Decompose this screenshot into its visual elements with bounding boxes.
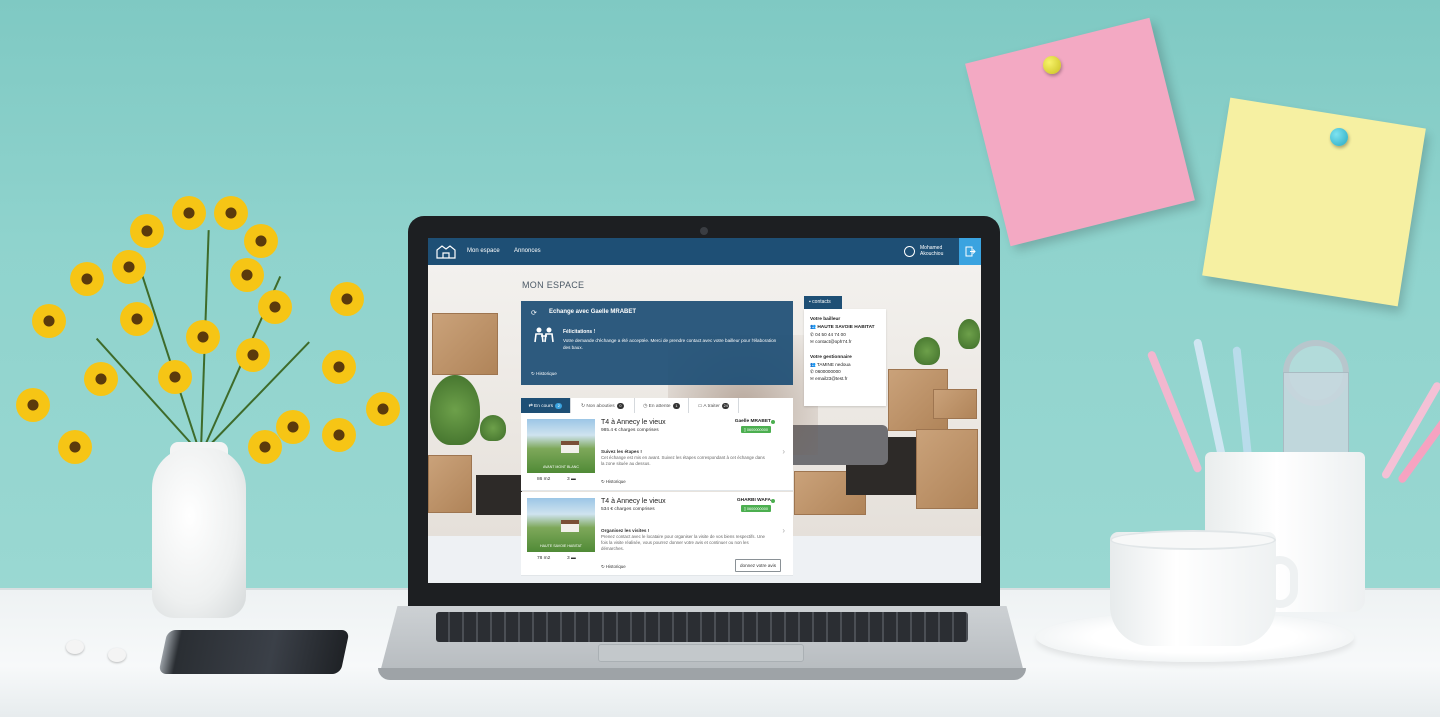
user-icon[interactable]	[904, 246, 915, 257]
logout-button[interactable]	[959, 238, 981, 265]
tab-en-attente[interactable]: ◷ En attente 1	[635, 398, 689, 413]
bed-icon: ▬	[571, 556, 576, 561]
listing-card[interactable]: HAUTE SAVOIE HABITAT 78 m2 3 ▬ T4 à Anne…	[521, 492, 793, 576]
tab-non-abouties[interactable]: ↻ Non abouties 0	[571, 398, 635, 413]
listing-step-title: Suivez les étapes !	[601, 449, 642, 454]
listing-owner: Gaelle MRABET	[734, 419, 771, 424]
nav-annonces[interactable]: Annonces	[514, 248, 541, 254]
webcam	[700, 227, 708, 235]
listing-stats: 86 m2 3 ▬	[537, 477, 576, 482]
tab-en-cours[interactable]: ⇄ En cours 2	[521, 398, 571, 413]
exchange-tabs: ⇄ En cours 2 ↻ Non abouties 0 ◷ En atten…	[521, 398, 793, 413]
handshake-people-icon	[534, 327, 554, 343]
gestionnaire-phone[interactable]: 0600000000	[815, 369, 841, 374]
chevron-right-icon[interactable]: ›	[782, 447, 785, 456]
chevron-right-icon[interactable]: ›	[782, 526, 785, 535]
gestionnaire-name: TAMINE nedoua	[816, 362, 851, 367]
listing-step-desc: Prenez contact avec le locataire pour or…	[601, 534, 766, 551]
house-logo-icon[interactable]	[436, 244, 456, 259]
listing-title[interactable]: T4 à Annecy le vieux	[601, 419, 666, 426]
listing-photo: AVANT MONT BLANC	[527, 419, 595, 473]
bailleur-name: HAUTE SAVOIE HABITAT	[817, 325, 875, 330]
exchange-congrats: Félicitations !	[563, 329, 596, 335]
contacts-tab[interactable]: ▪ contacts	[804, 296, 842, 309]
earbud-left	[66, 640, 84, 654]
earbud-right	[108, 648, 126, 662]
laptop-base-front	[378, 668, 1026, 680]
listing-card[interactable]: AVANT MONT BLANC 86 m2 3 ▬ T4 à Annecy l…	[521, 413, 793, 491]
listing-history-link[interactable]: ↻ Historique	[601, 564, 626, 570]
exchange-history-link[interactable]: ↻ Historique	[531, 371, 557, 377]
listing-step-title: Organisez les visites !	[601, 528, 650, 533]
listing-price: 985.4 € charges comprises	[601, 428, 659, 433]
exchange-message: Votre demande d'échange a été acceptée. …	[563, 338, 777, 350]
listing-price: 534 € charges comprises	[601, 507, 655, 512]
listing-photo: HAUTE SAVOIE HABITAT	[527, 498, 595, 552]
bed-icon: ▬	[571, 477, 576, 482]
listing-phone[interactable]: ▯ 0600000000	[740, 505, 771, 512]
refresh-icon[interactable]: ⟳	[531, 309, 537, 317]
tab-a-traiter[interactable]: ▭ A traiter 24	[689, 398, 739, 413]
listing-title[interactable]: T4 à Annecy le vieux	[601, 498, 666, 505]
page-title: MON ESPACE	[522, 280, 585, 290]
nav-mon-espace[interactable]: Mon espace	[467, 248, 500, 254]
listing-history-link[interactable]: ↻ Historique	[601, 479, 626, 485]
give-opinion-button[interactable]: donnez votre avis	[735, 559, 781, 572]
cup-rim	[1110, 530, 1276, 550]
gestionnaire-email[interactable]: email23@test.fr	[815, 376, 847, 381]
exchange-panel: ⟳ Echange avec Gaelle MRABET Félicitatio…	[521, 301, 793, 385]
gestionnaire-heading: Votre gestionnaire	[810, 355, 852, 360]
contacts-card: Votre bailleur 👥 HAUTE SAVOIE HABITAT ✆ …	[804, 309, 886, 406]
blue-pin	[1330, 128, 1348, 146]
trackpad	[598, 644, 804, 662]
smartphone	[158, 630, 350, 674]
listing-step-desc: Cet échange est mis en avant. Suivez les…	[601, 455, 765, 466]
online-status-icon	[771, 499, 775, 503]
exchange-title: Echange avec Gaelle MRABET	[549, 309, 637, 315]
group-icon: 👥	[810, 362, 817, 367]
top-navbar: Mon espace Annonces Mohamed Akouchiou	[428, 238, 981, 265]
bailleur-heading: Votre bailleur	[810, 317, 841, 322]
bailleur-email[interactable]: contact@oph74.fr	[815, 339, 851, 344]
listing-stats: 78 m2 3 ▬	[537, 556, 576, 561]
laptop-screen: Mon espace Annonces Mohamed Akouchiou MO…	[428, 238, 981, 583]
listing-owner: GHARBI WAFA	[736, 498, 771, 503]
logout-icon	[965, 246, 976, 257]
user-name[interactable]: Mohamed Akouchiou	[920, 245, 943, 257]
listing-phone[interactable]: ▯ 0600000000	[740, 426, 771, 433]
white-vase	[152, 448, 246, 618]
bailleur-phone[interactable]: 04 50 44 74 00	[815, 332, 846, 337]
yellow-pin	[1043, 56, 1061, 74]
online-status-icon	[771, 420, 775, 424]
ruler	[1283, 372, 1349, 464]
yellow-sticky-note	[1202, 97, 1426, 307]
keyboard	[436, 612, 968, 642]
